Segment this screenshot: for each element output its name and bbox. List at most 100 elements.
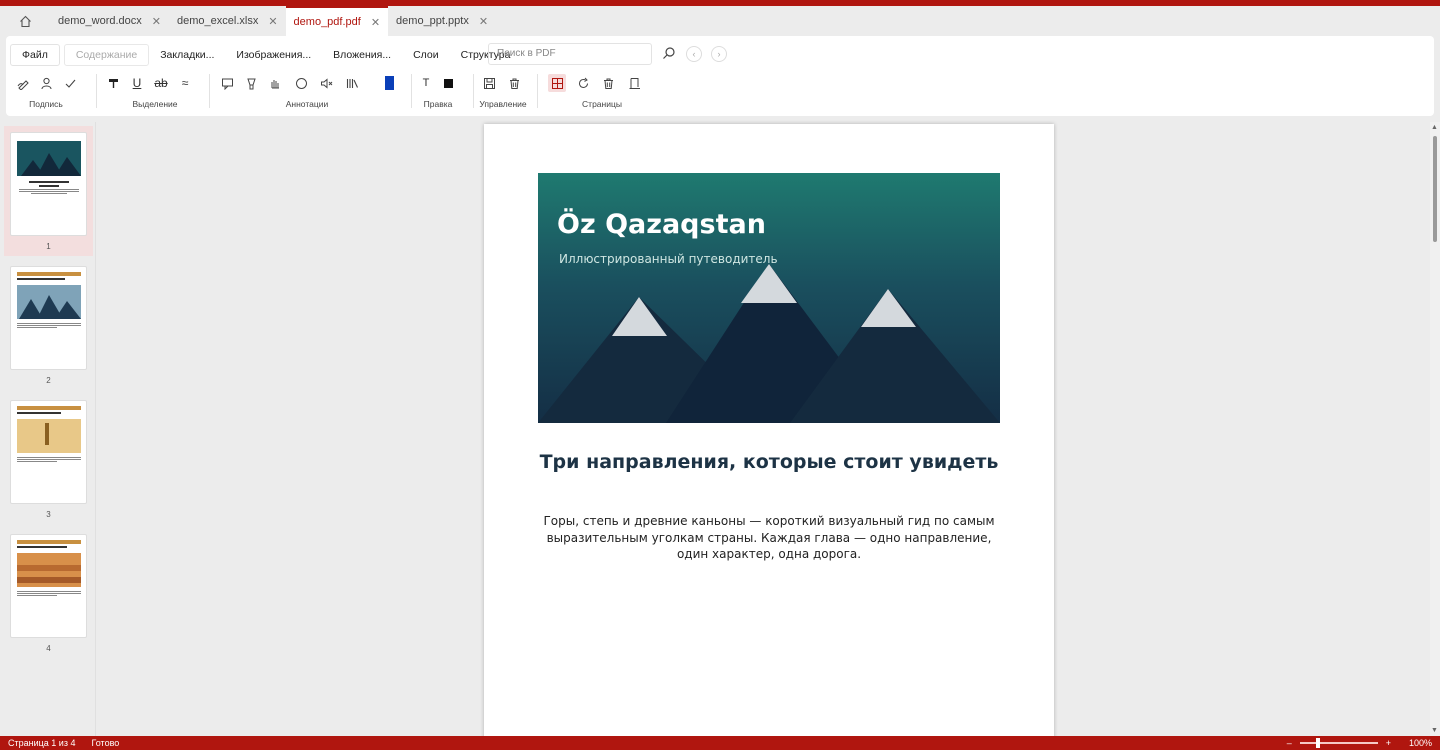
menu-row: Файл Содержание Закладки... Изображения.… — [6, 42, 521, 68]
thumbnail-number: 1 — [46, 242, 51, 251]
page-indicator: Страница 1 из 4 — [8, 738, 76, 748]
underline-icon: U — [132, 76, 142, 90]
verify-signature-button[interactable] — [61, 74, 79, 92]
zoom-control: – + 100% — [1287, 736, 1432, 750]
delete-button[interactable] — [505, 74, 523, 92]
search-icon[interactable] — [662, 46, 676, 60]
close-icon[interactable]: ✕ — [152, 15, 161, 28]
books-icon — [346, 78, 358, 88]
close-icon[interactable]: ✕ — [479, 15, 488, 28]
trash-icon — [603, 78, 613, 89]
group-label-pages: Страницы — [582, 99, 622, 109]
images-menu[interactable]: Изображения... — [225, 44, 322, 66]
bookmarks-menu[interactable]: Закладки... — [149, 44, 225, 66]
tab-label: demo_word.docx — [58, 15, 142, 27]
delete-page-button[interactable] — [599, 74, 617, 92]
file-menu[interactable]: Файл — [10, 44, 60, 66]
tab-demo-word[interactable]: demo_word.docx ✕ — [50, 6, 169, 36]
comment-icon — [221, 78, 233, 90]
circle-icon — [295, 77, 307, 89]
scroll-up-arrow-icon[interactable]: ▲ — [1431, 124, 1438, 131]
hero-subtitle: Иллюстрированный путеводитель — [559, 252, 778, 266]
pdf-page: Öz Qazaqstan Иллюстрированный путеводите… — [484, 124, 1054, 736]
square-icon — [443, 78, 453, 88]
search-input[interactable]: Поиск в PDF — [488, 43, 652, 65]
thumbnail-number: 4 — [46, 644, 51, 653]
redact-button[interactable] — [439, 74, 457, 92]
comment-button[interactable] — [218, 74, 236, 92]
shape-button[interactable] — [292, 74, 310, 92]
underline-button[interactable]: U — [128, 74, 146, 92]
hero-image: Öz Qazaqstan Иллюстрированный путеводите… — [538, 173, 1000, 423]
freehand-button[interactable] — [266, 74, 284, 92]
save-button[interactable] — [480, 74, 498, 92]
color-swatch-icon — [384, 76, 394, 90]
contents-menu[interactable]: Содержание — [63, 44, 150, 66]
page-grid-button[interactable] — [548, 74, 566, 92]
thumbnail-page-3[interactable]: 3 — [4, 394, 93, 524]
save-icon — [483, 77, 495, 89]
marker-button[interactable] — [242, 74, 260, 92]
divider — [209, 74, 210, 108]
thumbnail-page-4[interactable]: 4 — [4, 528, 93, 658]
signer-button[interactable] — [37, 74, 55, 92]
tab-demo-ppt[interactable]: demo_ppt.pptx ✕ — [388, 6, 496, 36]
zoom-out-button[interactable]: – — [1287, 738, 1292, 748]
close-icon[interactable]: ✕ — [371, 16, 380, 29]
page-heading: Три направления, которые стоит увидеть — [539, 451, 999, 473]
home-tab[interactable] — [0, 6, 50, 36]
page-thumbnails-panel: 1 2 3 4 — [0, 122, 96, 736]
trash-icon — [509, 78, 519, 89]
document-viewport[interactable]: Öz Qazaqstan Иллюстрированный путеводите… — [96, 116, 1430, 736]
rotate-icon — [578, 77, 588, 88]
divider — [473, 74, 474, 108]
zoom-level: 100% — [1408, 738, 1432, 748]
zoom-in-button[interactable]: + — [1386, 738, 1391, 748]
squiggly-button[interactable]: ≈ — [176, 74, 194, 92]
scroll-down-arrow-icon[interactable]: ▼ — [1431, 727, 1438, 734]
signature-tool-button[interactable] — [14, 74, 32, 92]
group-label-signature: Подпись — [29, 99, 63, 109]
group-label-selection: Выделение — [132, 99, 178, 109]
hand-draw-icon — [271, 79, 279, 88]
thumbnail-page-1[interactable]: 1 — [4, 126, 93, 256]
highlight-button[interactable] — [104, 74, 122, 92]
crop-page-button[interactable] — [625, 74, 643, 92]
document-tabs: demo_word.docx ✕ demo_excel.xlsx ✕ demo_… — [0, 6, 1440, 36]
rotate-page-button[interactable] — [574, 74, 592, 92]
speaker-muted-icon — [320, 77, 332, 89]
thumbnail-preview — [17, 540, 81, 596]
chevron-right-icon: › — [717, 49, 721, 59]
color-picker-button[interactable] — [380, 74, 398, 92]
highlighter-icon — [108, 78, 118, 88]
zoom-slider-knob[interactable] — [1315, 738, 1320, 748]
page-thumbnail — [10, 132, 87, 236]
thumbnail-preview — [17, 406, 81, 462]
next-result-button[interactable]: › — [711, 46, 727, 62]
text-tool-button[interactable]: T — [417, 74, 435, 92]
page-thumbnail — [10, 534, 87, 638]
tab-demo-pdf[interactable]: demo_pdf.pdf ✕ — [285, 6, 389, 36]
audio-button[interactable] — [317, 74, 335, 92]
page-crop-icon — [629, 77, 640, 89]
vertical-scrollbar[interactable]: ▲ ▼ — [1430, 122, 1440, 736]
status-bar: Страница 1 из 4 Готово – + 100% — [0, 736, 1440, 750]
strikethrough-button[interactable]: ab — [152, 74, 170, 92]
thumbnail-number: 2 — [46, 376, 51, 385]
zoom-slider[interactable] — [1299, 738, 1378, 748]
marker-icon — [246, 78, 256, 89]
previous-result-button[interactable]: ‹ — [686, 46, 702, 62]
thumbnail-page-2[interactable]: 2 — [4, 260, 93, 390]
close-icon[interactable]: ✕ — [268, 15, 277, 28]
chevron-left-icon: ‹ — [692, 49, 696, 59]
layers-menu[interactable]: Слои — [402, 44, 450, 66]
hero-title: Öz Qazaqstan — [557, 209, 766, 240]
group-label-manage: Управление — [479, 99, 527, 109]
person-icon — [41, 77, 51, 89]
stamp-button[interactable] — [343, 74, 361, 92]
scrollbar-thumb[interactable] — [1433, 136, 1437, 242]
attachments-menu[interactable]: Вложения... — [322, 44, 402, 66]
strikethrough-icon: ab — [154, 76, 168, 90]
divider — [411, 74, 412, 108]
tab-demo-excel[interactable]: demo_excel.xlsx ✕ — [169, 6, 286, 36]
